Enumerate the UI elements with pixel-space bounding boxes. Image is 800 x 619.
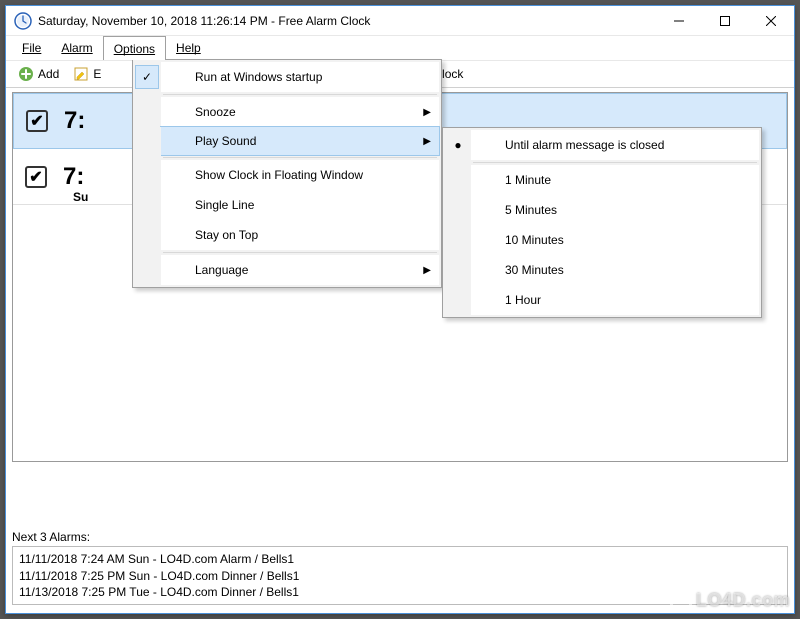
add-label: Add: [38, 67, 59, 81]
alarm-time: 7:: [63, 163, 84, 191]
checkmark-icon: ✓: [135, 65, 159, 89]
submenu-10-minutes[interactable]: 10 Minutes: [471, 225, 759, 255]
submenu-30-minutes[interactable]: 30 Minutes: [471, 255, 759, 285]
menu-single-line[interactable]: Single Line: [161, 190, 439, 220]
next-alarms-label: Next 3 Alarms:: [12, 530, 788, 544]
next-alarm-line: 11/11/2018 7:24 AM Sun - LO4D.com Alarm …: [19, 551, 781, 567]
edit-button[interactable]: E: [67, 64, 107, 84]
add-icon: [18, 66, 34, 82]
submenu-arrow-icon: ▶: [423, 107, 431, 118]
next-alarms-box: 11/11/2018 7:24 AM Sun - LO4D.com Alarm …: [12, 546, 788, 605]
menu-separator: [163, 94, 437, 95]
radio-selected-icon: ●: [445, 130, 471, 160]
close-button[interactable]: [748, 6, 794, 36]
submenu-until-closed[interactable]: ● Until alarm message is closed: [471, 130, 759, 160]
menu-help[interactable]: Help: [166, 36, 211, 60]
app-icon: [14, 12, 32, 30]
submenu-arrow-icon: ▶: [423, 265, 431, 276]
menu-run-at-startup[interactable]: ✓ Run at Windows startup: [161, 62, 439, 92]
next-alarms-area: Next 3 Alarms: 11/11/2018 7:24 AM Sun - …: [12, 530, 788, 605]
alarm-time: 7:: [64, 107, 85, 135]
menu-separator: [473, 162, 757, 163]
menu-options[interactable]: Options: [103, 36, 166, 60]
alarm-checkbox[interactable]: ✔: [25, 166, 47, 188]
add-button[interactable]: Add: [12, 64, 65, 84]
next-alarm-line: 11/13/2018 7:25 PM Tue - LO4D.com Dinner…: [19, 584, 781, 600]
submenu-1-hour[interactable]: 1 Hour: [471, 285, 759, 315]
menu-file[interactable]: File: [12, 36, 51, 60]
menubar: File Alarm Options Help: [6, 36, 794, 60]
minimize-button[interactable]: [656, 6, 702, 36]
edit-label-partial: E: [93, 67, 101, 81]
alarm-checkbox[interactable]: ✔: [26, 110, 48, 132]
next-alarm-line: 11/11/2018 7:25 PM Sun - LO4D.com Dinner…: [19, 568, 781, 584]
maximize-button[interactable]: [702, 6, 748, 36]
window-title: Saturday, November 10, 2018 11:26:14 PM …: [38, 14, 656, 28]
submenu-arrow-icon: ▶: [423, 136, 431, 147]
menu-alarm[interactable]: Alarm: [51, 36, 102, 60]
menu-snooze[interactable]: Snooze ▶: [161, 97, 439, 127]
titlebar: Saturday, November 10, 2018 11:26:14 PM …: [6, 6, 794, 36]
submenu-5-minutes[interactable]: 5 Minutes: [471, 195, 759, 225]
app-window: Saturday, November 10, 2018 11:26:14 PM …: [5, 5, 795, 614]
edit-icon: [73, 66, 89, 82]
alarm-subtext: Su: [73, 190, 88, 204]
menu-play-sound[interactable]: Play Sound ▶: [160, 126, 440, 156]
menu-separator: [163, 252, 437, 253]
menu-floating-window[interactable]: Show Clock in Floating Window: [161, 160, 439, 190]
window-controls: [656, 6, 794, 35]
options-dropdown: ✓ Run at Windows startup Snooze ▶ Play S…: [132, 59, 442, 288]
menu-language[interactable]: Language ▶: [161, 255, 439, 285]
play-sound-submenu: ● Until alarm message is closed 1 Minute…: [442, 127, 762, 318]
submenu-1-minute[interactable]: 1 Minute: [471, 165, 759, 195]
menu-separator: [163, 157, 437, 158]
menu-stay-on-top[interactable]: Stay on Top: [161, 220, 439, 250]
